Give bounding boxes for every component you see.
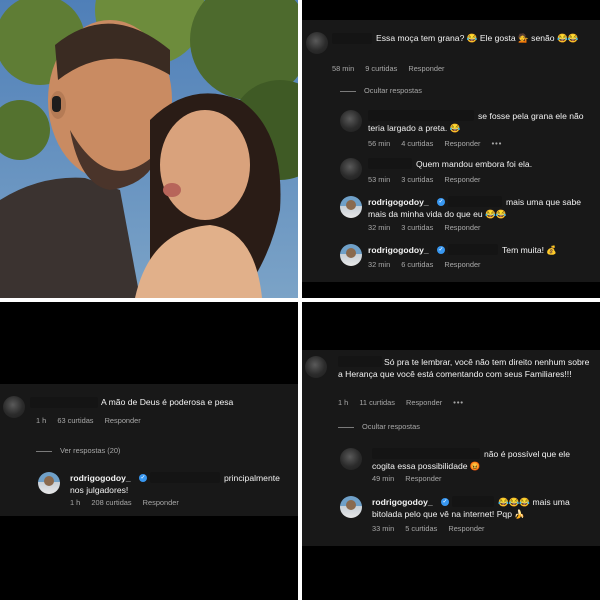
comment-item: se fosse pela grana ele não teria largad… — [302, 106, 600, 150]
avatar[interactable] — [340, 496, 362, 518]
comment-likes[interactable]: 11 curtidas — [359, 398, 395, 407]
comment-time: 56 min — [368, 139, 391, 148]
comment-time: 33 min — [372, 524, 395, 533]
comment-item: Essa moça tem grana? 😂 Ele gosta 💁 senão… — [302, 20, 600, 80]
hide-replies-button[interactable]: Ocultar respostas — [340, 86, 422, 96]
reply-button[interactable]: Responder — [408, 64, 444, 73]
comment-meta: 1 h 63 curtidas Responder — [36, 416, 150, 426]
reply-button[interactable]: Responder — [105, 416, 141, 425]
comment-item: rodrigogodoy_ ✓ 😂😂😂 mais uma bitolada pe… — [302, 492, 600, 542]
reply-button[interactable]: Responder — [444, 175, 480, 184]
comment-text: se fosse pela grana ele não teria largad… — [368, 111, 584, 133]
avatar[interactable] — [340, 158, 362, 180]
comment-meta: 56 min 4 curtidas Responder ••• — [368, 139, 511, 149]
comment-thread: Essa moça tem grana? 😂 Ele gosta 💁 senão… — [302, 20, 600, 282]
comment-time: 1 h — [338, 398, 349, 407]
comment-item: rodrigogodoy_ ✓ mais uma que sabe mais d… — [302, 192, 600, 238]
comment-meta: 1 h 208 curtidas Responder — [70, 498, 188, 508]
avatar[interactable] — [306, 32, 328, 54]
comments-screenshot-1: Essa moça tem grana? 😂 Ele gosta 💁 senão… — [302, 0, 600, 298]
avatar[interactable] — [305, 356, 327, 378]
comment-likes[interactable]: 5 curtidas — [405, 524, 437, 533]
comment-meta: 53 min 3 curtidas Responder — [368, 175, 490, 185]
comment-item: A mão de Deus é poderosa e pesa 1 h 63 c… — [0, 384, 298, 428]
avatar[interactable] — [340, 244, 362, 266]
comment-item: não é possível que ele cogita essa possi… — [302, 444, 600, 488]
reply-button[interactable]: Responder — [444, 139, 480, 148]
comment-text: Quem mandou embora foi ela. — [416, 159, 533, 169]
reply-button[interactable]: Responder — [405, 474, 441, 483]
reply-button[interactable]: Responder — [444, 260, 480, 269]
more-options-icon[interactable]: ••• — [492, 139, 503, 148]
comment-text: Só pra te lembrar, você não tem direito … — [338, 357, 590, 379]
divider — [36, 450, 52, 452]
comment-meta: 1 h 11 curtidas Responder ••• — [338, 398, 473, 408]
view-replies-label: Ver respostas (20) — [60, 446, 121, 455]
comment-item: Só pra te lembrar, você não tem direito … — [302, 350, 600, 414]
comment-item: Quem mandou embora foi ela. 53 min 3 cur… — [302, 154, 600, 190]
comment-likes[interactable]: 63 curtidas — [57, 416, 93, 425]
comment-item: rodrigogodoy_ ✓ Tem muita! 💰 32 min 6 cu… — [302, 240, 600, 280]
reply-button[interactable]: Responder — [448, 524, 484, 533]
comment-likes[interactable]: 208 curtidas — [91, 498, 131, 507]
comment-time: 1 h — [36, 416, 47, 425]
reply-button[interactable]: Responder — [444, 223, 480, 232]
avatar[interactable] — [340, 110, 362, 132]
comments-screenshot-3: Só pra te lembrar, você não tem direito … — [302, 302, 600, 600]
comment-meta: 58 min 9 curtidas Responder — [332, 64, 454, 74]
more-options-icon[interactable]: ••• — [453, 398, 464, 407]
comment-text: mais uma que sabe mais da minha vida do … — [368, 197, 581, 219]
comment-text: Tem muita! 💰 — [502, 245, 558, 255]
avatar[interactable] — [3, 396, 25, 418]
comment-text: A mão de Deus é poderosa e pesa — [101, 397, 234, 407]
comment-text: principalmente nos julgadores! — [70, 473, 280, 495]
comment-thread: A mão de Deus é poderosa e pesa 1 h 63 c… — [0, 384, 298, 516]
comment-text: 😂😂😂 mais uma bitolada pelo que vê na int… — [372, 497, 570, 519]
comment-time: 32 min — [368, 223, 391, 232]
hide-replies-label: Ocultar respostas — [364, 86, 422, 95]
comment-meta: 32 min 3 curtidas Responder — [368, 223, 490, 233]
comment-likes[interactable]: 9 curtidas — [365, 64, 397, 73]
comment-time: 49 min — [372, 474, 395, 483]
comment-meta: 33 min 5 curtidas Responder — [372, 524, 494, 534]
comment-likes[interactable]: 3 curtidas — [401, 223, 433, 232]
comment-likes[interactable]: 6 curtidas — [401, 260, 433, 269]
comment-thread: Só pra te lembrar, você não tem direito … — [302, 350, 600, 546]
redacted-mention — [448, 244, 498, 255]
divider — [338, 426, 354, 428]
reply-button[interactable]: Responder — [143, 498, 179, 507]
hide-replies-button[interactable]: Ocultar respostas — [338, 422, 420, 432]
redacted-username — [368, 158, 412, 169]
comment-time: 1 h — [70, 498, 81, 507]
comment-text: Essa moça tem grana? 😂 Ele gosta 💁 senão… — [376, 33, 579, 43]
hide-replies-label: Ocultar respostas — [362, 422, 420, 431]
redacted-username — [332, 33, 372, 44]
view-replies-button[interactable]: Ver respostas (20) — [36, 446, 120, 456]
comment-text: não é possível que ele cogita essa possi… — [372, 449, 571, 471]
comment-time: 32 min — [368, 260, 391, 269]
avatar[interactable] — [38, 472, 60, 494]
comment-meta: 49 min Responder — [372, 474, 450, 484]
comment-meta: 32 min 6 curtidas Responder — [368, 260, 490, 270]
reply-button[interactable]: Responder — [406, 398, 442, 407]
comment-likes[interactable]: 4 curtidas — [401, 139, 433, 148]
comments-screenshot-2: A mão de Deus é poderosa e pesa 1 h 63 c… — [0, 302, 298, 600]
comment-time: 58 min — [332, 64, 355, 73]
redacted-username — [30, 397, 98, 408]
comment-username[interactable]: rodrigogodoy_ — [368, 244, 429, 256]
comment-time: 53 min — [368, 175, 391, 184]
photo-illustration — [0, 0, 298, 298]
avatar[interactable] — [340, 448, 362, 470]
comment-likes[interactable]: 3 curtidas — [401, 175, 433, 184]
couple-photo — [0, 0, 298, 298]
comment-item: rodrigogodoy_ ✓ principalmente nos julga… — [0, 468, 298, 514]
divider — [340, 90, 356, 92]
verified-badge-icon: ✓ — [437, 246, 445, 254]
avatar[interactable] — [340, 196, 362, 218]
